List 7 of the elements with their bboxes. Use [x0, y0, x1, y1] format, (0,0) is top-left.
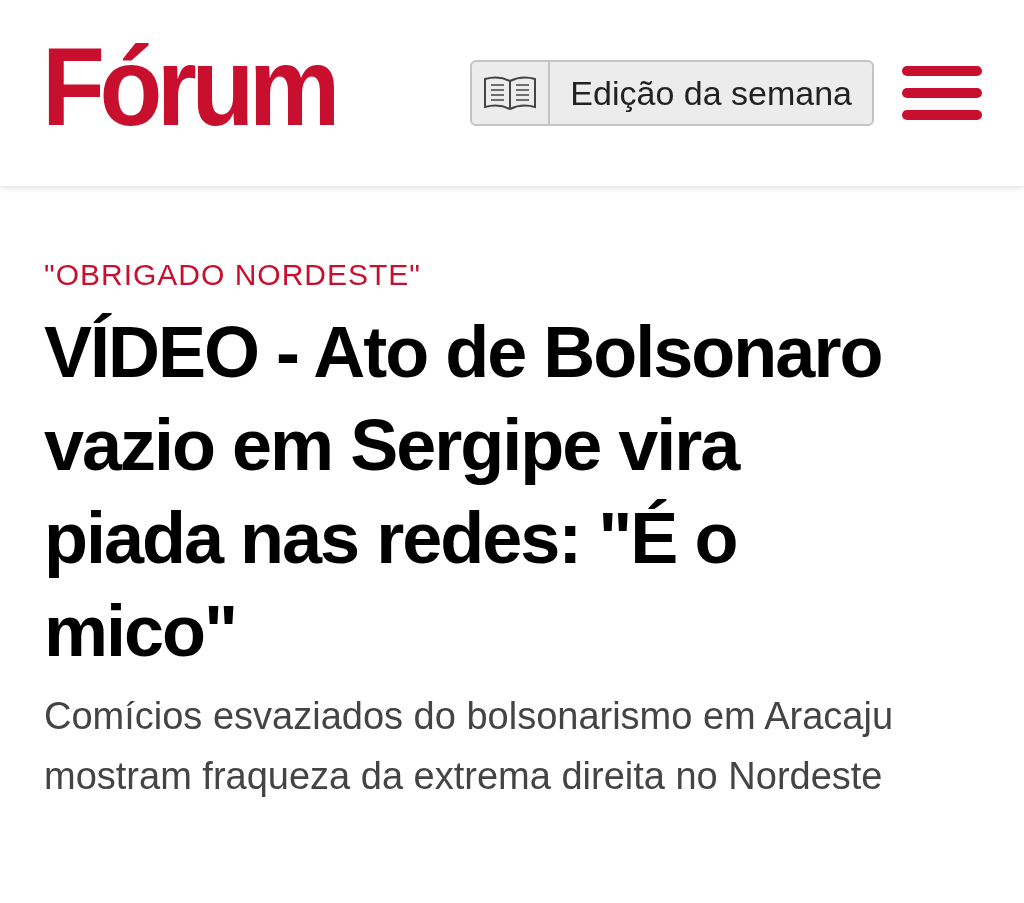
subtitle: Comícios esvaziados do bolsonarismo em Aracaju mostram fraqueza da extrema direita no Nordeste [44, 694, 895, 799]
logo[interactable]: Fórum [42, 31, 335, 143]
menu-icon[interactable] [902, 65, 982, 121]
book-icon [482, 75, 539, 111]
kicker: "OBRIGADO NORDESTE" [44, 260, 422, 290]
edition-button[interactable]: Edição da semana [470, 60, 874, 126]
headline: VÍDEO - Ato de Bolsonaro vazio em Sergipe vira piada nas redes: "É o mico" [44, 311, 883, 673]
